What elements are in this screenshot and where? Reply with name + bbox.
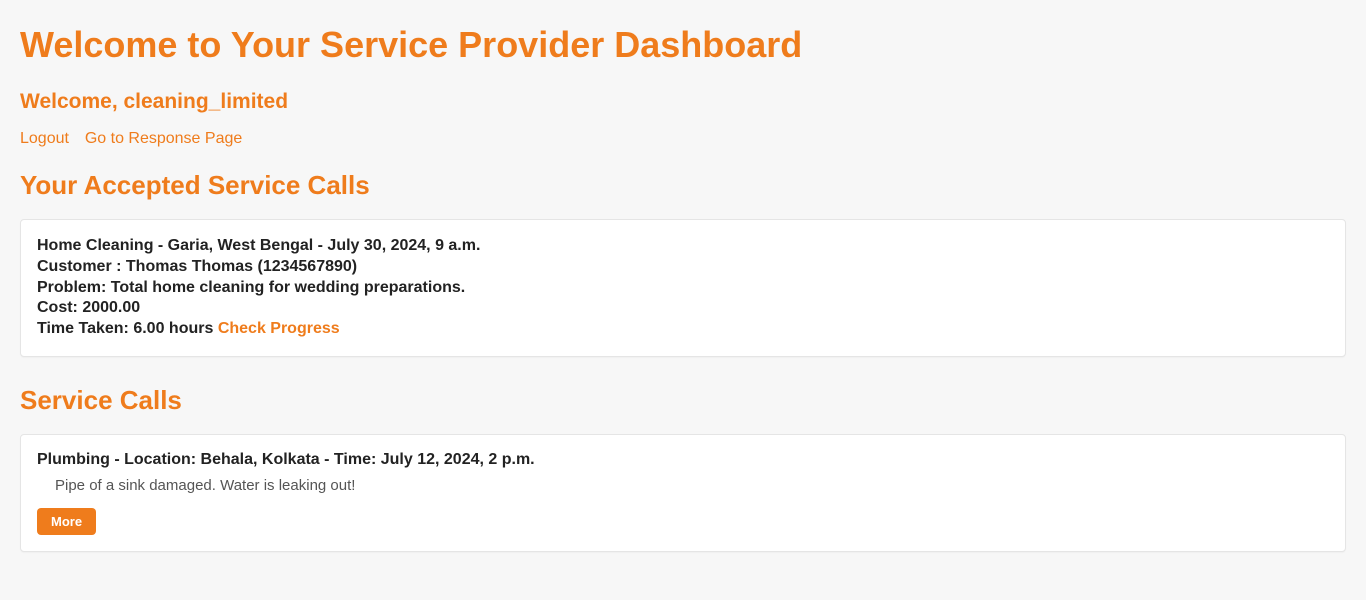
service-calls-section-title: Service Calls [20,385,1346,416]
check-progress-link[interactable]: Check Progress [218,320,340,337]
service-call-card: Plumbing - Location: Behala, Kolkata - T… [20,434,1346,552]
logout-link[interactable]: Logout [20,130,69,147]
service-call-title: Plumbing - Location: Behala, Kolkata - T… [37,451,1329,469]
customer-value: Thomas Thomas (1234567890) [126,258,357,275]
accepted-section-title: Your Accepted Service Calls [20,170,1346,201]
nav-links: Logout Go to Response Page [20,130,1346,148]
cost-value: 2000.00 [82,299,140,316]
response-page-link[interactable]: Go to Response Page [85,130,242,147]
customer-label: Customer : [37,258,126,275]
cost-label: Cost: [37,299,82,316]
username: cleaning_limited [123,90,288,113]
welcome-user: Welcome, cleaning_limited [20,90,1346,114]
page-title: Welcome to Your Service Provider Dashboa… [20,24,1346,66]
accepted-call-customer: Customer : Thomas Thomas (1234567890) [37,257,1329,278]
accepted-call-line1: Home Cleaning - Garia, West Bengal - Jul… [37,236,1329,257]
accepted-call-cost: Cost: 2000.00 [37,298,1329,319]
time-value: 6.00 hours [133,320,213,337]
accepted-call-problem: Problem: Total home cleaning for wedding… [37,278,1329,299]
welcome-prefix: Welcome, [20,90,123,113]
time-label: Time Taken: [37,320,133,337]
accepted-call-time: Time Taken: 6.00 hours Check Progress [37,319,1329,340]
problem-value: Total home cleaning for wedding preparat… [111,279,465,296]
more-button[interactable]: More [37,508,96,535]
problem-label: Problem: [37,279,111,296]
accepted-call-card: Home Cleaning - Garia, West Bengal - Jul… [20,219,1346,357]
service-call-description: Pipe of a sink damaged. Water is leaking… [55,477,1329,494]
